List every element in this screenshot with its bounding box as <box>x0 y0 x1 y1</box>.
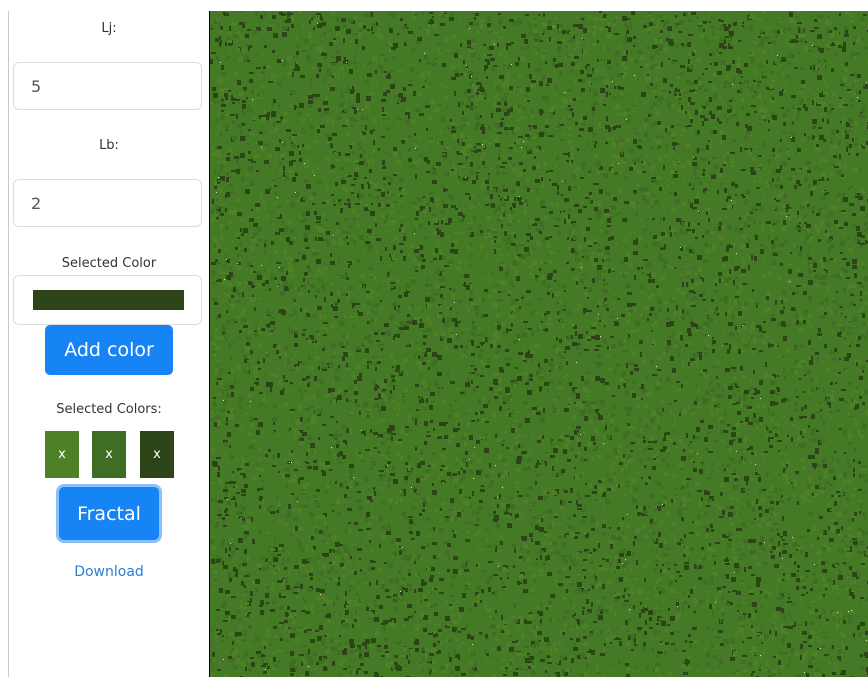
remove-color-chip[interactable]: x <box>92 431 126 478</box>
control-panel: Lj: Lb: Selected Color Add color Selecte… <box>8 11 211 677</box>
selected-colors-label: Selected Colors: <box>56 402 162 417</box>
fractal-canvas[interactable] <box>210 11 868 677</box>
lb-label: Lb: <box>99 138 119 153</box>
color-picker-input[interactable] <box>13 275 202 325</box>
remove-color-chip[interactable]: x <box>140 431 174 478</box>
add-color-button[interactable]: Add color <box>45 325 173 375</box>
lj-label: Lj: <box>101 21 117 36</box>
fractal-button[interactable]: Fractal <box>59 487 159 540</box>
selected-color-label: Selected Color <box>61 256 157 271</box>
remove-color-chip[interactable]: x <box>45 431 79 478</box>
lb-input[interactable] <box>13 179 202 227</box>
lj-input[interactable] <box>13 62 202 110</box>
selected-color-swatch <box>33 290 184 310</box>
app-frame: Lj: Lb: Selected Color Add color Selecte… <box>0 0 868 677</box>
grass-texture <box>210 11 868 677</box>
download-link[interactable]: Download <box>9 564 209 580</box>
